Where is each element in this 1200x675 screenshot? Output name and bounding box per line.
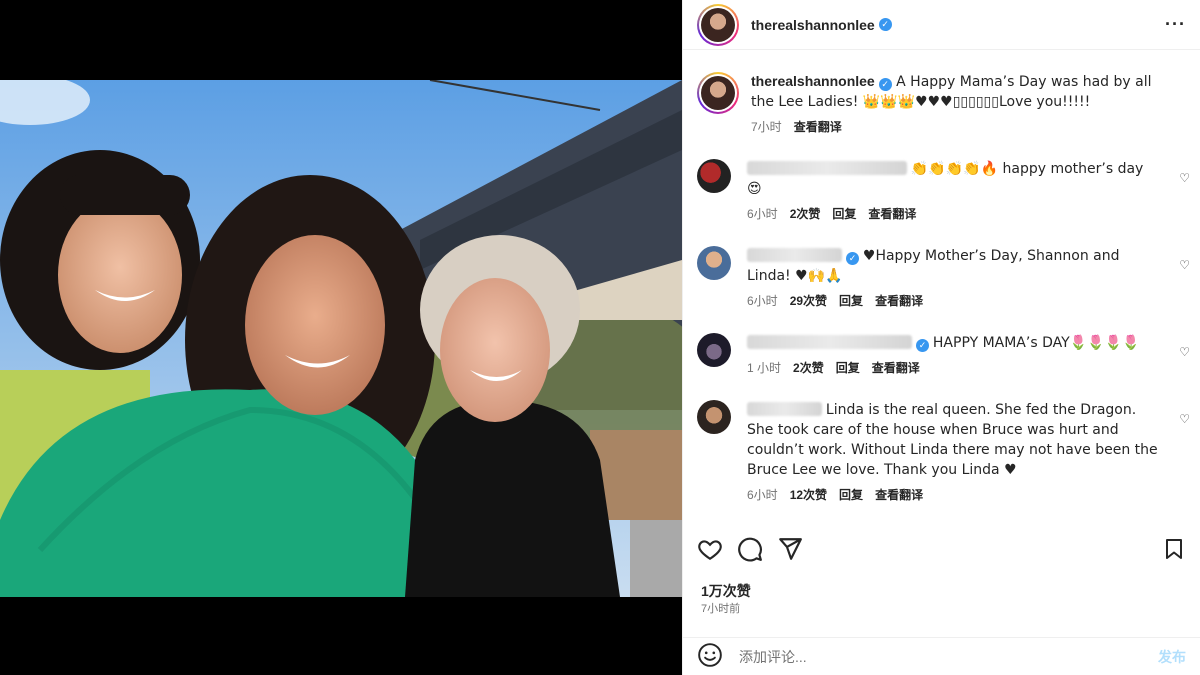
commenter-avatar[interactable] (697, 333, 731, 367)
caption-time: 7小时 (751, 120, 782, 134)
post-comment-button[interactable]: 发布 (1158, 647, 1186, 667)
comment-time: 6小时 (747, 488, 778, 502)
caption-translate-link[interactable]: 查看翻译 (794, 118, 842, 137)
comment-bubble-icon[interactable] (737, 536, 763, 565)
verified-badge-icon: ✓ (878, 18, 892, 31)
comment-time: 1 小时 (747, 361, 782, 375)
comment-time: 6小时 (747, 294, 778, 308)
author-username[interactable]: therealshannonlee (751, 17, 875, 33)
post-photo (0, 80, 682, 597)
post-media[interactable] (0, 0, 682, 675)
share-send-icon[interactable] (777, 536, 803, 565)
translate-link[interactable]: 查看翻译 (875, 292, 923, 311)
comment-likes[interactable]: 2次赞 (793, 359, 824, 378)
likes-count[interactable]: 1万次赞 (701, 581, 751, 601)
blurred-username (747, 248, 842, 262)
comments-list[interactable]: therealshannonlee ✓ A Happy Mama’s Day wa… (683, 60, 1200, 520)
like-comment-heart-icon[interactable]: ♡ (1179, 412, 1190, 426)
reply-button[interactable]: 回复 (839, 486, 863, 505)
comment-item: 👏👏👏👏🔥 happy mother’s day 😍 6小时 2次赞 回复 查看翻译 … (683, 159, 1200, 224)
comment-likes[interactable]: 29次赞 (790, 292, 827, 311)
translate-link[interactable]: 查看翻译 (875, 486, 923, 505)
save-bookmark-icon[interactable] (1162, 536, 1186, 565)
post-actions-bar (697, 532, 1186, 568)
blurred-username (747, 161, 907, 175)
blurred-username (747, 402, 822, 416)
comment-text: HAPPY MAMA’s DAY🌷🌷🌷🌷 (932, 335, 1140, 351)
verified-badge-icon: ✓ (916, 339, 929, 352)
comment-time: 6小时 (747, 207, 778, 221)
translate-link[interactable]: 查看翻译 (868, 205, 916, 224)
author-avatar[interactable] (697, 3, 739, 46)
like-heart-icon[interactable] (697, 536, 723, 565)
like-comment-heart-icon[interactable]: ♡ (1179, 258, 1190, 272)
caption-username[interactable]: therealshannonlee (751, 73, 875, 89)
blurred-username (747, 335, 912, 349)
commenter-avatar[interactable] (697, 246, 731, 280)
comment-likes[interactable]: 2次赞 (790, 205, 821, 224)
post-side-panel: therealshannonlee ✓ ··· therealshannonle… (682, 0, 1200, 675)
comment-item: Linda is the real queen. She fed the Dra… (683, 400, 1200, 505)
comment-item: ✓ HAPPY MAMA’s DAY🌷🌷🌷🌷 1 小时 2次赞 回复 查看翻译 ♡ (683, 333, 1200, 378)
emoji-picker-icon[interactable] (697, 642, 723, 671)
commenter-avatar[interactable] (697, 159, 731, 193)
reply-button[interactable]: 回复 (836, 359, 860, 378)
post-time: 7小时前 (701, 603, 741, 615)
more-options-icon[interactable]: ··· (1165, 14, 1186, 35)
comment-likes[interactable]: 12次赞 (790, 486, 827, 505)
like-comment-heart-icon[interactable]: ♡ (1179, 345, 1190, 359)
comment-input[interactable]: 添加评论... (739, 647, 1158, 667)
reply-button[interactable]: 回复 (839, 292, 863, 311)
caption: therealshannonlee ✓ A Happy Mama’s Day wa… (683, 72, 1200, 137)
translate-link[interactable]: 查看翻译 (872, 359, 920, 378)
post-header: therealshannonlee ✓ ··· (683, 0, 1200, 50)
commenter-avatar[interactable] (697, 400, 731, 434)
verified-badge-icon: ✓ (846, 252, 859, 265)
reply-button[interactable]: 回复 (832, 205, 856, 224)
verified-badge-icon: ✓ (878, 78, 892, 91)
add-comment-bar: 添加评论... 发布 (683, 637, 1200, 675)
like-comment-heart-icon[interactable]: ♡ (1179, 171, 1190, 185)
comment-item: ✓ ♥Happy Mother’s Day, Shannon and Linda… (683, 246, 1200, 311)
caption-avatar[interactable] (697, 72, 739, 114)
